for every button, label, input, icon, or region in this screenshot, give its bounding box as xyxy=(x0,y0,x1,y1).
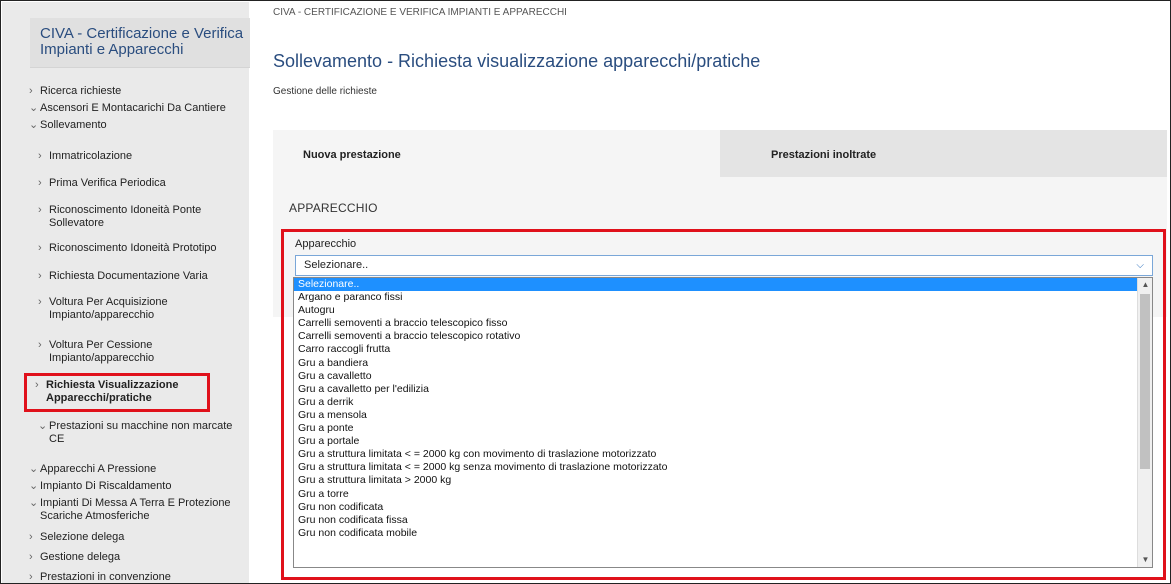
chevron-right-icon: › xyxy=(29,85,33,97)
sidebar-item-voltura-cessione[interactable]: › Voltura Per Cessione Impianto/apparecch… xyxy=(38,339,208,365)
sidebar-item-apparecchi-pressione[interactable]: ⌄ Apparecchi A Pressione xyxy=(29,463,239,476)
sidebar-item-riscaldamento[interactable]: ⌄ Impianto Di Riscaldamento xyxy=(29,480,239,493)
chevron-right-icon: › xyxy=(29,531,33,543)
chevron-down-icon: ⌄ xyxy=(29,119,39,131)
chevron-right-icon: › xyxy=(38,150,42,162)
sidebar-item-ascensori[interactable]: ⌄ Ascensori E Montacarichi Da Cantiere xyxy=(29,102,244,115)
sidebar-item-documentazione[interactable]: › Richiesta Documentazione Varia xyxy=(38,270,243,283)
tab-bar: Nuova prestazione Prestazioni inoltrate xyxy=(273,130,1167,177)
page-subtitle: Gestione delle richieste xyxy=(273,86,377,97)
sidebar-item-ponte-sollevatore[interactable]: › Riconoscimento Idoneità Ponte Sollevato… xyxy=(38,204,216,230)
chevron-right-icon: › xyxy=(38,242,42,254)
chevron-right-icon: › xyxy=(29,551,33,563)
active-item-highlight xyxy=(24,373,210,412)
chevron-right-icon: › xyxy=(38,270,42,282)
tab-nuova-prestazione[interactable]: Nuova prestazione xyxy=(273,130,720,177)
sidebar-item-prototipo[interactable]: › Riconoscimento Idoneità Prototipo xyxy=(38,242,243,255)
chevron-down-icon: ⌄ xyxy=(38,420,48,432)
sidebar-item-selezione-delega[interactable]: › Selezione delega xyxy=(29,531,239,544)
chevron-right-icon: › xyxy=(38,339,42,351)
sidebar-item-prima-verifica[interactable]: › Prima Verifica Periodica xyxy=(38,177,238,190)
page-title: Sollevamento - Richiesta visualizzazione… xyxy=(273,51,761,71)
sidebar-item-messa-a-terra[interactable]: ⌄ Impianti Di Messa A Terra E Protezione … xyxy=(29,497,247,523)
chevron-down-icon: ⌄ xyxy=(29,102,39,114)
section-heading: APPARECCHIO xyxy=(289,201,378,215)
sidebar-item-sollevamento[interactable]: ⌄ Sollevamento xyxy=(29,119,239,132)
chevron-right-icon: › xyxy=(38,204,42,216)
chevron-down-icon: ⌄ xyxy=(29,480,39,492)
annotation-highlight-box xyxy=(281,229,1166,580)
sidebar-item-immatricolazione[interactable]: › Immatricolazione xyxy=(38,150,238,163)
sidebar-item-ricerca-richieste[interactable]: › Ricerca richieste xyxy=(29,85,239,98)
sidebar-item-gestione-delega[interactable]: › Gestione delega xyxy=(29,551,239,564)
chevron-right-icon: › xyxy=(38,296,42,308)
app-window: CIVA - Certificazione e Verifica Impiant… xyxy=(0,0,1171,584)
sidebar-item-convenzione[interactable]: › Prestazioni in convenzione xyxy=(29,571,239,583)
sidebar-item-non-marcate-ce[interactable]: ⌄ Prestazioni su macchine non marcate CE xyxy=(38,420,243,446)
chevron-right-icon: › xyxy=(38,177,42,189)
tab-prestazioni-inoltrate[interactable]: Prestazioni inoltrate xyxy=(720,130,1167,177)
chevron-right-icon: › xyxy=(29,571,33,583)
chevron-down-icon: ⌄ xyxy=(29,463,39,475)
sidebar-title[interactable]: CIVA - Certificazione e Verifica Impiant… xyxy=(30,18,250,68)
breadcrumb: CIVA - CERTIFICAZIONE E VERIFICA IMPIANT… xyxy=(273,7,567,18)
chevron-down-icon: ⌄ xyxy=(29,497,39,509)
sidebar: CIVA - Certificazione e Verifica Impiant… xyxy=(2,2,250,583)
sidebar-item-voltura-acquisizione[interactable]: › Voltura Per Acquisizione Impianto/appar… xyxy=(38,296,208,322)
